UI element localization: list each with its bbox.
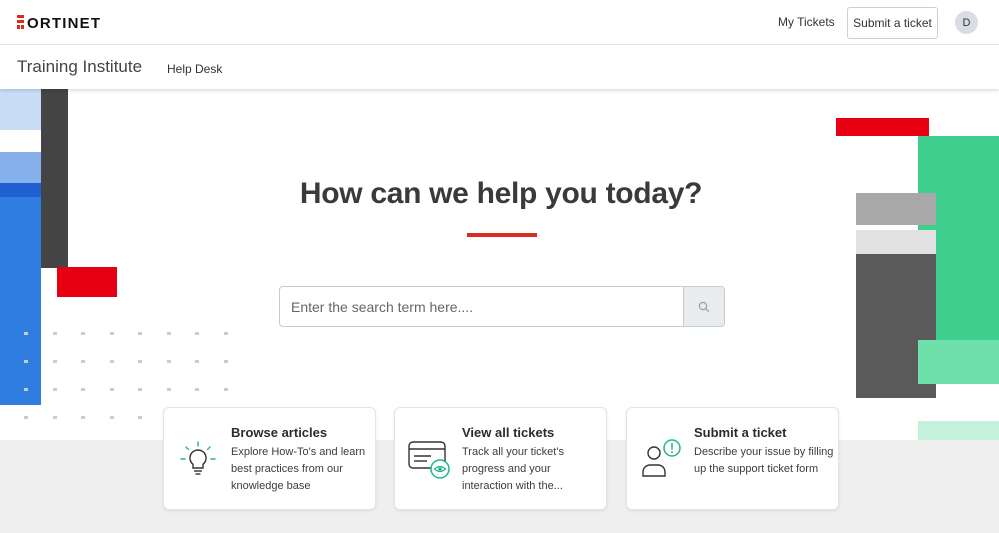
- decor-dot: [195, 332, 199, 335]
- decor-gray-block: [856, 193, 936, 225]
- decor-dot: [223, 332, 228, 335]
- decor-pale-green-strip: [918, 421, 999, 440]
- decor-dot: [109, 332, 114, 335]
- decor-dot: [138, 388, 142, 391]
- decor-dark-bar: [41, 89, 68, 268]
- decor-dot: [166, 332, 171, 335]
- decor-dot: [52, 360, 57, 363]
- page-title: How can we help you today?: [299, 177, 703, 210]
- decor-dot: [24, 416, 28, 419]
- card-title: View all tickets: [462, 425, 555, 440]
- card-description: Track all your ticket's progress and you…: [462, 446, 564, 492]
- decor-dot: [109, 360, 114, 363]
- decor-dot: [166, 388, 171, 391]
- search-button[interactable]: [683, 287, 724, 326]
- decor-mint-overlay: [918, 340, 999, 384]
- my-tickets-link[interactable]: My Tickets: [778, 15, 835, 29]
- submit-ticket-card[interactable]: Submit a ticket Describe your issue by f…: [626, 407, 839, 510]
- decor-light-blue-block: [0, 89, 41, 130]
- decor-dot: [138, 360, 142, 363]
- decor-red-block: [57, 267, 117, 297]
- card-title: Browse articles: [231, 425, 328, 440]
- decor-dot: [138, 332, 142, 335]
- sub-header: Training Institute Help Desk: [0, 45, 999, 89]
- avatar[interactable]: D: [955, 11, 978, 34]
- decor-dot: [81, 416, 85, 419]
- decor-red-bar: [836, 118, 929, 136]
- card-title: Submit a ticket: [694, 425, 787, 440]
- decor-dot: [138, 416, 142, 419]
- decor-dot: [24, 332, 28, 335]
- decor-dot: [52, 332, 57, 335]
- hero-section: [0, 89, 999, 440]
- decor-dot: [166, 360, 171, 363]
- help-desk-link[interactable]: Help Desk: [167, 62, 222, 76]
- decor-dot: [223, 360, 228, 363]
- top-header: ORTINET My Tickets Submit a ticket D: [0, 0, 999, 45]
- decor-mid-blue-block: [0, 152, 41, 183]
- decor-dot: [195, 388, 199, 391]
- lightbulb-icon: [176, 438, 220, 482]
- decor-dot: [223, 388, 228, 391]
- decor-dot: [52, 416, 57, 419]
- decor-dot: [24, 360, 28, 363]
- title-underline: [467, 233, 537, 237]
- card-description: Describe your issue by filling up the su…: [694, 446, 834, 475]
- fortinet-logo[interactable]: ORTINET: [17, 14, 129, 30]
- search-icon: [698, 301, 710, 312]
- decor-dot: [109, 416, 114, 419]
- submit-ticket-button[interactable]: Submit a ticket: [847, 7, 938, 39]
- search-box: [279, 286, 725, 327]
- svg-text:ORTINET: ORTINET: [27, 15, 101, 30]
- user-alert-icon: [639, 438, 683, 482]
- brand-title[interactable]: Training Institute: [17, 57, 142, 77]
- decor-dot: [195, 360, 199, 363]
- search-input[interactable]: [280, 287, 685, 326]
- card-description: Explore How-To's and learn best practice…: [231, 446, 366, 492]
- decor-deep-blue-strip: [0, 183, 41, 197]
- decor-dot: [81, 332, 85, 335]
- view-all-tickets-card[interactable]: View all tickets Track all your ticket's…: [394, 407, 607, 510]
- decor-dot: [81, 388, 85, 391]
- ticket-view-icon: [407, 438, 451, 482]
- decor-dot: [24, 388, 28, 391]
- decor-light-gray-block: [856, 230, 936, 254]
- decor-dot: [109, 388, 114, 391]
- decor-dot: [52, 388, 57, 391]
- browse-articles-card[interactable]: Browse articles Explore How-To's and lea…: [163, 407, 376, 510]
- decor-dot: [81, 360, 85, 363]
